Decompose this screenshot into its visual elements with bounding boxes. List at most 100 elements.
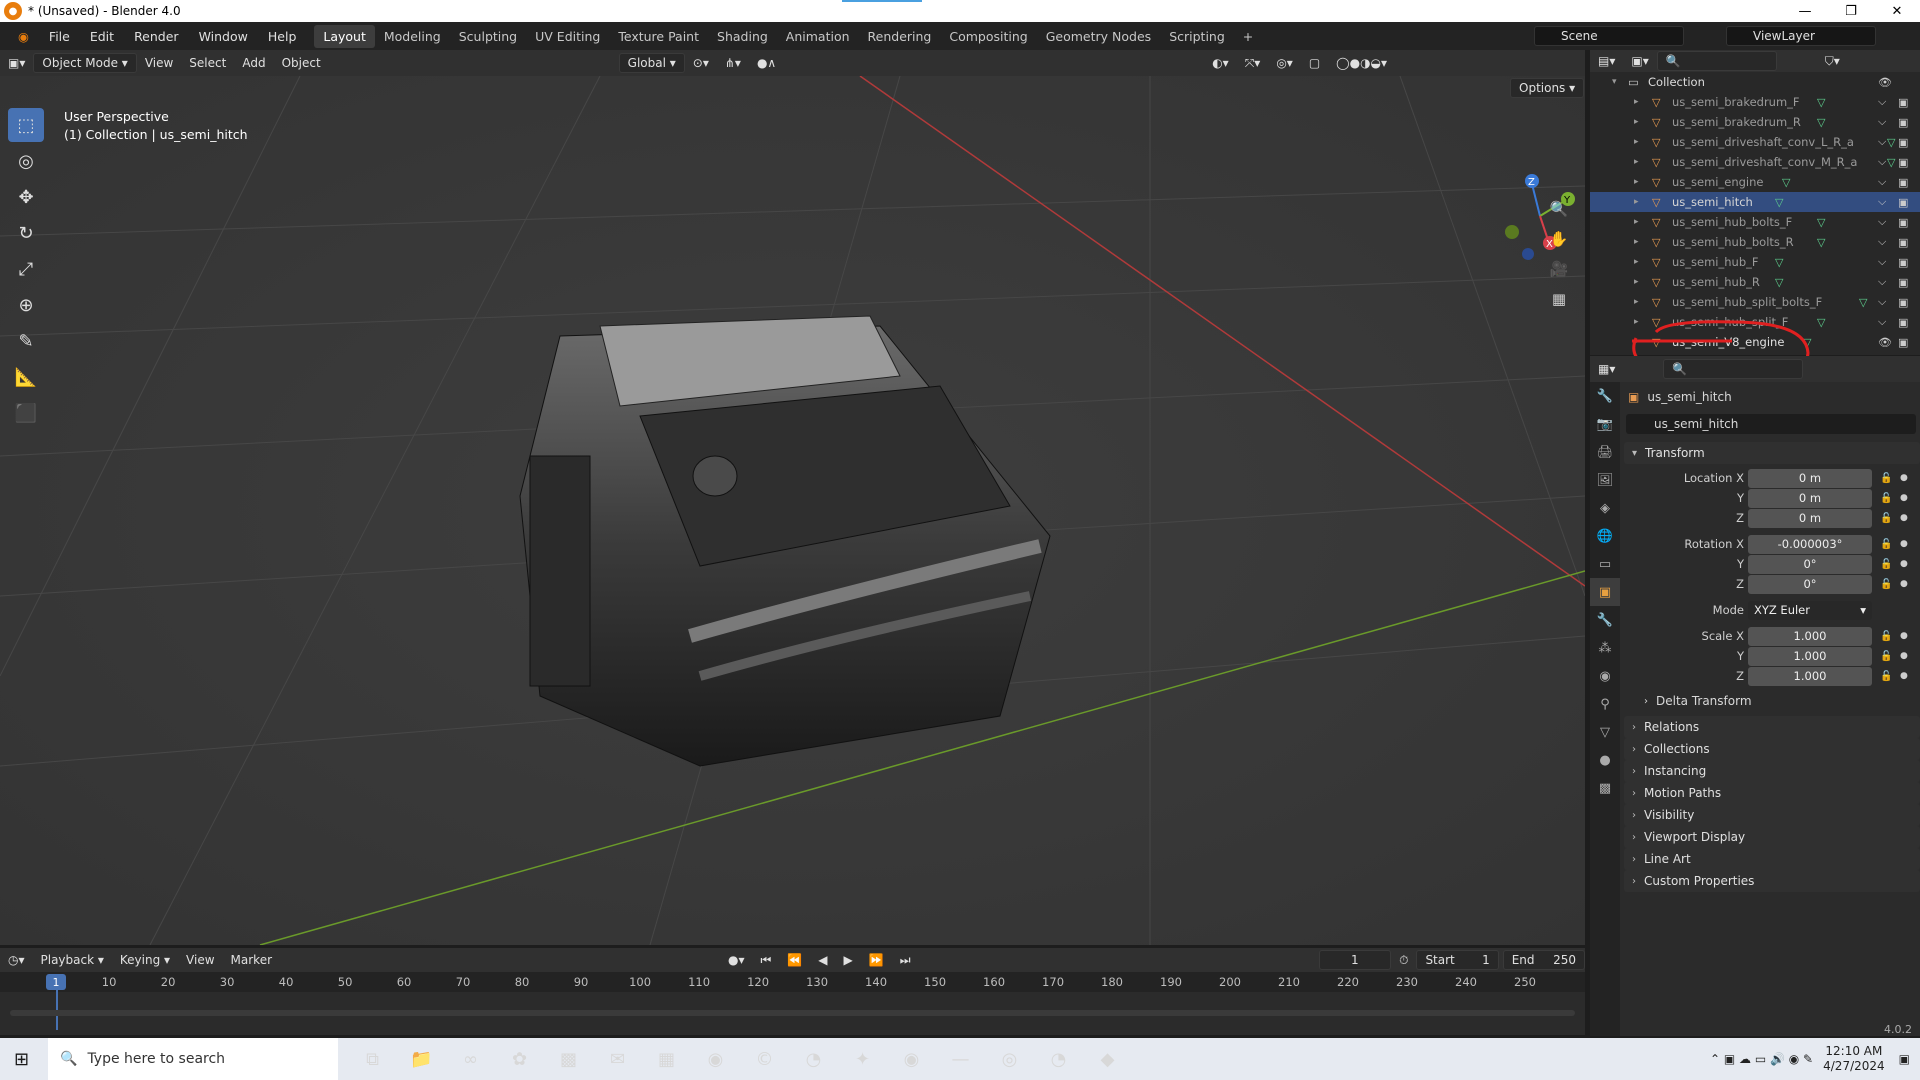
lock-icon[interactable]: 🔓 xyxy=(1880,671,1892,682)
lock-icon[interactable]: 🔓 xyxy=(1880,513,1892,524)
outliner-item[interactable]: ▸ ▽ us_semi_brakedrum_F ▽ ⌵ ▣ xyxy=(1590,92,1920,112)
blender-icon[interactable]: ◔ xyxy=(789,1038,838,1080)
menu-timeline-view[interactable]: View xyxy=(178,950,222,970)
constraints-tab-icon[interactable]: ⚲ xyxy=(1590,690,1620,718)
menu-render[interactable]: Render xyxy=(124,29,189,44)
keyframe-dot-icon[interactable]: ● xyxy=(1900,631,1908,641)
menu-object[interactable]: Object xyxy=(274,53,329,73)
rotation-z-field[interactable]: 0° xyxy=(1748,574,1872,594)
menu-marker[interactable]: Marker xyxy=(223,950,280,970)
modifier-tab-icon[interactable]: 🔧 xyxy=(1590,606,1620,634)
location-x-field[interactable]: 0 m xyxy=(1748,468,1872,488)
visibility-eye-icon[interactable]: ⌵ xyxy=(1878,235,1886,249)
view-layer-tab-icon[interactable]: 🖼 xyxy=(1590,466,1620,494)
properties-editor-icon[interactable]: ▦▾ xyxy=(1590,359,1623,379)
pivot-icon[interactable]: ⊙▾ xyxy=(685,53,717,73)
lock-icon[interactable]: 🔓 xyxy=(1880,559,1892,570)
menu-select[interactable]: Select xyxy=(181,53,234,73)
keyframe-dot-icon[interactable]: ● xyxy=(1900,579,1908,589)
rotation-mode-select[interactable]: XYZ Euler ▾ xyxy=(1748,600,1872,620)
blender-menu-icon[interactable]: ◉ xyxy=(8,29,39,44)
auto-keying-icon[interactable]: ●▾ xyxy=(720,950,753,970)
transform-panel-header[interactable]: ▾ Transform xyxy=(1624,442,1920,464)
task-view-icon[interactable]: ⧉ xyxy=(348,1038,397,1080)
visibility-eye-icon[interactable]: ⌵ xyxy=(1878,115,1886,129)
menu-file[interactable]: File xyxy=(39,29,80,44)
play-icon[interactable]: ▶ xyxy=(836,950,861,970)
render-camera-icon[interactable]: ▣ xyxy=(1898,216,1908,229)
outliner-item[interactable]: ▸ ▽ us_semi_driveshaft_conv_M_R_a ▽ ⌵ ▣ xyxy=(1590,152,1920,172)
prev-keyframe-icon[interactable]: ⏪ xyxy=(779,950,810,970)
properties-search-input[interactable]: 🔍 xyxy=(1663,359,1804,379)
visibility-eye-icon[interactable]: ⌵ xyxy=(1878,95,1886,109)
menu-add[interactable]: Add xyxy=(234,53,273,73)
mesh-data-icon[interactable]: ▽ xyxy=(1817,216,1825,229)
minecraft-icon[interactable]: ▩ xyxy=(544,1038,593,1080)
particles-tab-icon[interactable]: ⁂ xyxy=(1590,634,1620,662)
lock-icon[interactable]: 🔓 xyxy=(1880,539,1892,550)
outliner-item[interactable]: ▸ ▽ us_semi_hub_bolts_F ▽ ⌵ ▣ xyxy=(1590,212,1920,232)
scale-y-field[interactable]: 1.000 xyxy=(1748,646,1872,666)
orientation-selector[interactable]: Global ▾ xyxy=(618,53,685,73)
start-frame-field[interactable]: Start 1 xyxy=(1416,950,1499,970)
tab-rendering[interactable]: Rendering xyxy=(859,25,941,48)
overlay-icon[interactable]: ◎▾ xyxy=(1268,53,1301,73)
world-tab-icon[interactable]: 🌐 xyxy=(1590,522,1620,550)
close-icon[interactable]: ✕ xyxy=(1874,0,1920,22)
outliner-search-input[interactable]: 🔍 xyxy=(1656,51,1777,71)
render-camera-icon[interactable]: ▣ xyxy=(1898,256,1908,269)
tab-geometry-nodes[interactable]: Geometry Nodes xyxy=(1037,25,1160,48)
tab-animation[interactable]: Animation xyxy=(777,25,859,48)
play-reverse-icon[interactable]: ◀ xyxy=(810,950,835,970)
render-camera-icon[interactable]: ▣ xyxy=(1898,236,1908,249)
mode-selector[interactable]: Object Mode ▾ xyxy=(33,53,137,73)
expand-arrow-icon[interactable]: ▸ xyxy=(1634,197,1639,207)
expand-arrow-icon[interactable]: ▸ xyxy=(1634,277,1639,287)
render-camera-icon[interactable]: ▣ xyxy=(1898,96,1908,109)
menu-edit[interactable]: Edit xyxy=(80,29,124,44)
mesh-data-icon[interactable]: ▽ xyxy=(1775,196,1783,209)
keyframe-dot-icon[interactable]: ● xyxy=(1900,671,1908,681)
lock-icon[interactable]: 🔓 xyxy=(1880,651,1892,662)
scale-tool-icon[interactable]: ⤢ xyxy=(8,252,44,286)
menu-view[interactable]: View xyxy=(137,53,181,73)
render-camera-icon[interactable]: ▣ xyxy=(1898,336,1908,349)
lock-icon[interactable]: 🔓 xyxy=(1880,579,1892,590)
add-cube-tool-icon[interactable]: ⬛ xyxy=(8,396,44,430)
render-camera-icon[interactable]: ▣ xyxy=(1898,176,1908,189)
panel-instancing[interactable]: › Instancing xyxy=(1624,760,1920,782)
menu-keying[interactable]: Keying ▾ xyxy=(112,950,178,970)
location-y-field[interactable]: 0 m xyxy=(1748,488,1872,508)
maximize-icon[interactable]: ❐ xyxy=(1828,0,1874,22)
scene-selector[interactable]: Scene xyxy=(1534,26,1684,46)
measure-tool-icon[interactable]: 📐 xyxy=(8,360,44,394)
data-tab-icon[interactable]: ▽ xyxy=(1590,718,1620,746)
tab-modeling[interactable]: Modeling xyxy=(375,25,450,48)
render-camera-icon[interactable]: ▣ xyxy=(1898,136,1908,149)
mesh-data-icon[interactable]: ▽ xyxy=(1817,116,1825,129)
outliner-item[interactable]: ▸ ▽ us_semi_driveshaft_conv_L_R_a ▽ ⌵ ▣ xyxy=(1590,132,1920,152)
options-button[interactable]: Options ▾ xyxy=(1510,78,1585,98)
mesh-data-icon[interactable]: ▽ xyxy=(1782,176,1790,189)
render-camera-icon[interactable]: ▣ xyxy=(1898,276,1908,289)
arduino-icon[interactable]: ∞ xyxy=(446,1038,495,1080)
xray-icon[interactable]: ▢ xyxy=(1301,53,1328,73)
render-camera-icon[interactable]: ▣ xyxy=(1898,116,1908,129)
transform-tool-icon[interactable]: ⊕ xyxy=(8,288,44,322)
zoom-icon[interactable]: 🔍 xyxy=(1546,196,1572,222)
visual-studio-icon[interactable]: ◆ xyxy=(1083,1038,1132,1080)
outliner-item[interactable]: ▸ ▽ us_semi_hub_bolts_R ▽ ⌵ ▣ xyxy=(1590,232,1920,252)
tab-layout[interactable]: Layout xyxy=(314,24,375,48)
frame-rate-icon[interactable]: ⏱ xyxy=(1391,950,1416,970)
visibility-eye-icon[interactable]: ⌵ xyxy=(1878,255,1886,269)
object-name-field[interactable]: us_semi_hitch xyxy=(1626,414,1916,434)
snap-icon[interactable]: ⋔▾ xyxy=(717,53,749,73)
notification-icon[interactable]: ▣ xyxy=(1899,1052,1910,1066)
view-layer-selector[interactable]: ViewLayer xyxy=(1726,26,1876,46)
outliner-item[interactable]: ▸ ▽ us_semi_hub_F ▽ ⌵ ▣ xyxy=(1590,252,1920,272)
display-mode-icon[interactable]: ▣▾ xyxy=(1623,51,1656,71)
lock-icon[interactable]: 🔓 xyxy=(1880,493,1892,504)
timeline-scrollbar[interactable] xyxy=(10,1010,1575,1016)
visibility-eye-icon[interactable]: ⌵ xyxy=(1878,315,1886,329)
collection-visibility-icon[interactable]: 👁 xyxy=(1878,76,1892,89)
